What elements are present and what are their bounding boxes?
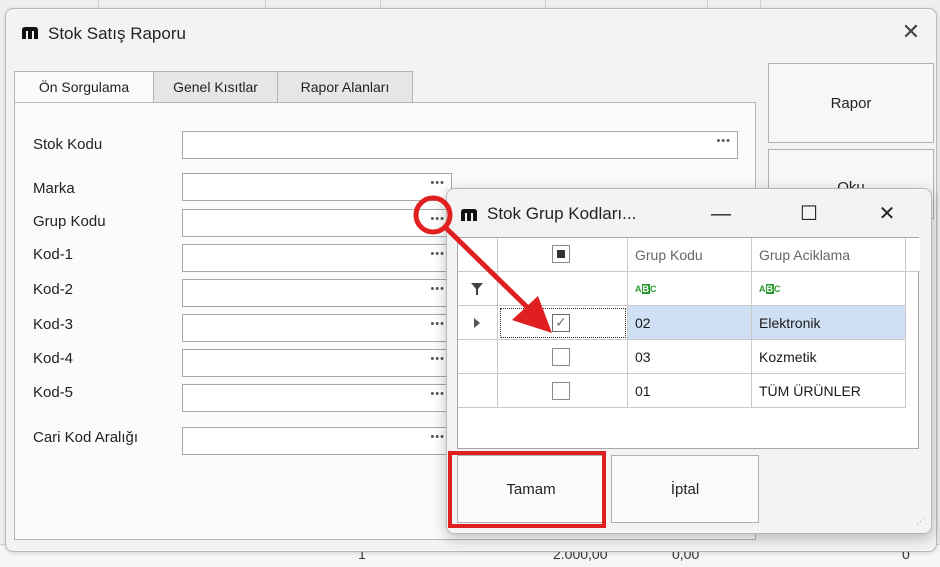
grup-kodu-field[interactable]: ••• [182,209,452,237]
close-icon[interactable]: ✕ [898,19,924,45]
marka-field[interactable]: ••• [182,173,452,201]
table-cell-grup-kodu[interactable]: 01 [628,374,752,408]
filter-cell-check[interactable] [498,272,628,306]
table-row-check-cell[interactable] [498,340,628,374]
table-row-check-cell[interactable]: ✓ [498,306,628,340]
grup-kodlari-titlebar: Stok Grup Kodları... — ☐ ✕ [447,189,931,237]
resize-grip-icon[interactable]: ⋰ [916,516,925,527]
kod-4-label: Kod-4 [33,350,74,367]
table-cell-grup-kodu[interactable]: 03 [628,340,752,374]
app-logo-icon [461,209,477,221]
table-cell-grup-aciklama[interactable]: Elektronik [752,306,906,340]
ellipsis-icon[interactable]: ••• [430,177,445,189]
check-icon: ✓ [555,314,567,330]
select-all-header[interactable] [498,238,628,272]
row-checkbox[interactable] [552,348,570,366]
ellipsis-icon[interactable]: ••• [430,388,445,400]
row-indicator[interactable] [458,340,498,374]
annotation-rectangle [448,451,606,528]
kod-3-field[interactable]: ••• [182,314,452,342]
row-indicator-header [458,238,498,272]
stok-kodu-field[interactable]: ••• [182,131,738,159]
column-header-grup-kodu[interactable]: Grup Kodu [628,238,752,272]
stok-kodu-label: Stok Kodu [33,136,103,153]
table-cell-grup-kodu[interactable]: 02 [628,306,752,340]
marka-label: Marka [33,180,75,197]
ellipsis-icon[interactable]: ••• [430,283,445,295]
row-indicator[interactable] [458,306,498,340]
kod-4-field[interactable]: ••• [182,349,452,377]
rapor-button[interactable]: Rapor [768,63,934,143]
kod-5-field[interactable]: ••• [182,384,452,412]
ellipsis-icon[interactable]: ••• [430,248,445,260]
report-window-titlebar: Stok Satış Raporu ✕ [6,9,936,59]
ellipsis-icon[interactable]: ••• [716,135,731,147]
grup-kodlari-title: Stok Grup Kodları... [487,204,637,223]
filter-icon [471,283,483,295]
ellipsis-icon[interactable]: ••• [430,353,445,365]
kod-1-field[interactable]: ••• [182,244,452,272]
table-cell-grup-aciklama[interactable]: Kozmetik [752,340,906,374]
row-checkbox[interactable]: ✓ [552,314,570,332]
table-row-check-cell[interactable] [498,374,628,408]
filter-cell-grup-aciklama[interactable]: ABC [752,272,906,306]
cari-kod-araligi-label: Cari Kod Aralığı [33,429,139,446]
table-cell-grup-aciklama[interactable]: TÜM ÜRÜNLER [752,374,906,408]
tab-rapor-alanlari[interactable]: Rapor Alanları [277,71,413,103]
column-header-grup-aciklama[interactable]: Grup Aciklama [752,238,906,272]
header-filler [906,238,920,272]
ellipsis-icon[interactable]: ••• [430,318,445,330]
cari-kod-araligi-field[interactable]: ••• [182,427,452,455]
ellipsis-icon[interactable]: ••• [430,213,445,225]
kod-1-label: Kod-1 [33,246,74,263]
indeterminate-mark [557,250,565,258]
row-indicator[interactable] [458,374,498,408]
iptal-button[interactable]: İptal [611,455,759,523]
current-row-icon [474,318,480,328]
text-filter-icon: ABC [759,284,781,294]
row-checkbox[interactable] [552,382,570,400]
ellipsis-icon[interactable]: ••• [430,431,445,443]
tab-on-sorgulama[interactable]: Ön Sorgulama [14,71,154,104]
filter-row-indicator [458,272,498,306]
close-icon[interactable]: ✕ [867,199,907,229]
grup-kodu-label: Grup Kodu [33,213,106,230]
kod-3-label: Kod-3 [33,316,74,333]
kod-2-label: Kod-2 [33,281,74,298]
maximize-icon[interactable]: ☐ [789,199,829,229]
grup-kodlari-grid: Grup Kodu Grup Aciklama ABC ABC ✓ 02 Ele… [457,237,920,449]
filter-cell-grup-kodu[interactable]: ABC [628,272,752,306]
kod-5-label: Kod-5 [33,384,74,401]
select-all-checkbox[interactable] [552,245,570,263]
minimize-icon[interactable]: — [701,199,741,229]
text-filter-icon: ABC [635,284,657,294]
report-window-title: Stok Satış Raporu [48,24,186,43]
kod-2-field[interactable]: ••• [182,279,452,307]
tab-genel-kisitlar[interactable]: Genel Kısıtlar [153,71,278,103]
app-logo-icon [22,27,38,39]
